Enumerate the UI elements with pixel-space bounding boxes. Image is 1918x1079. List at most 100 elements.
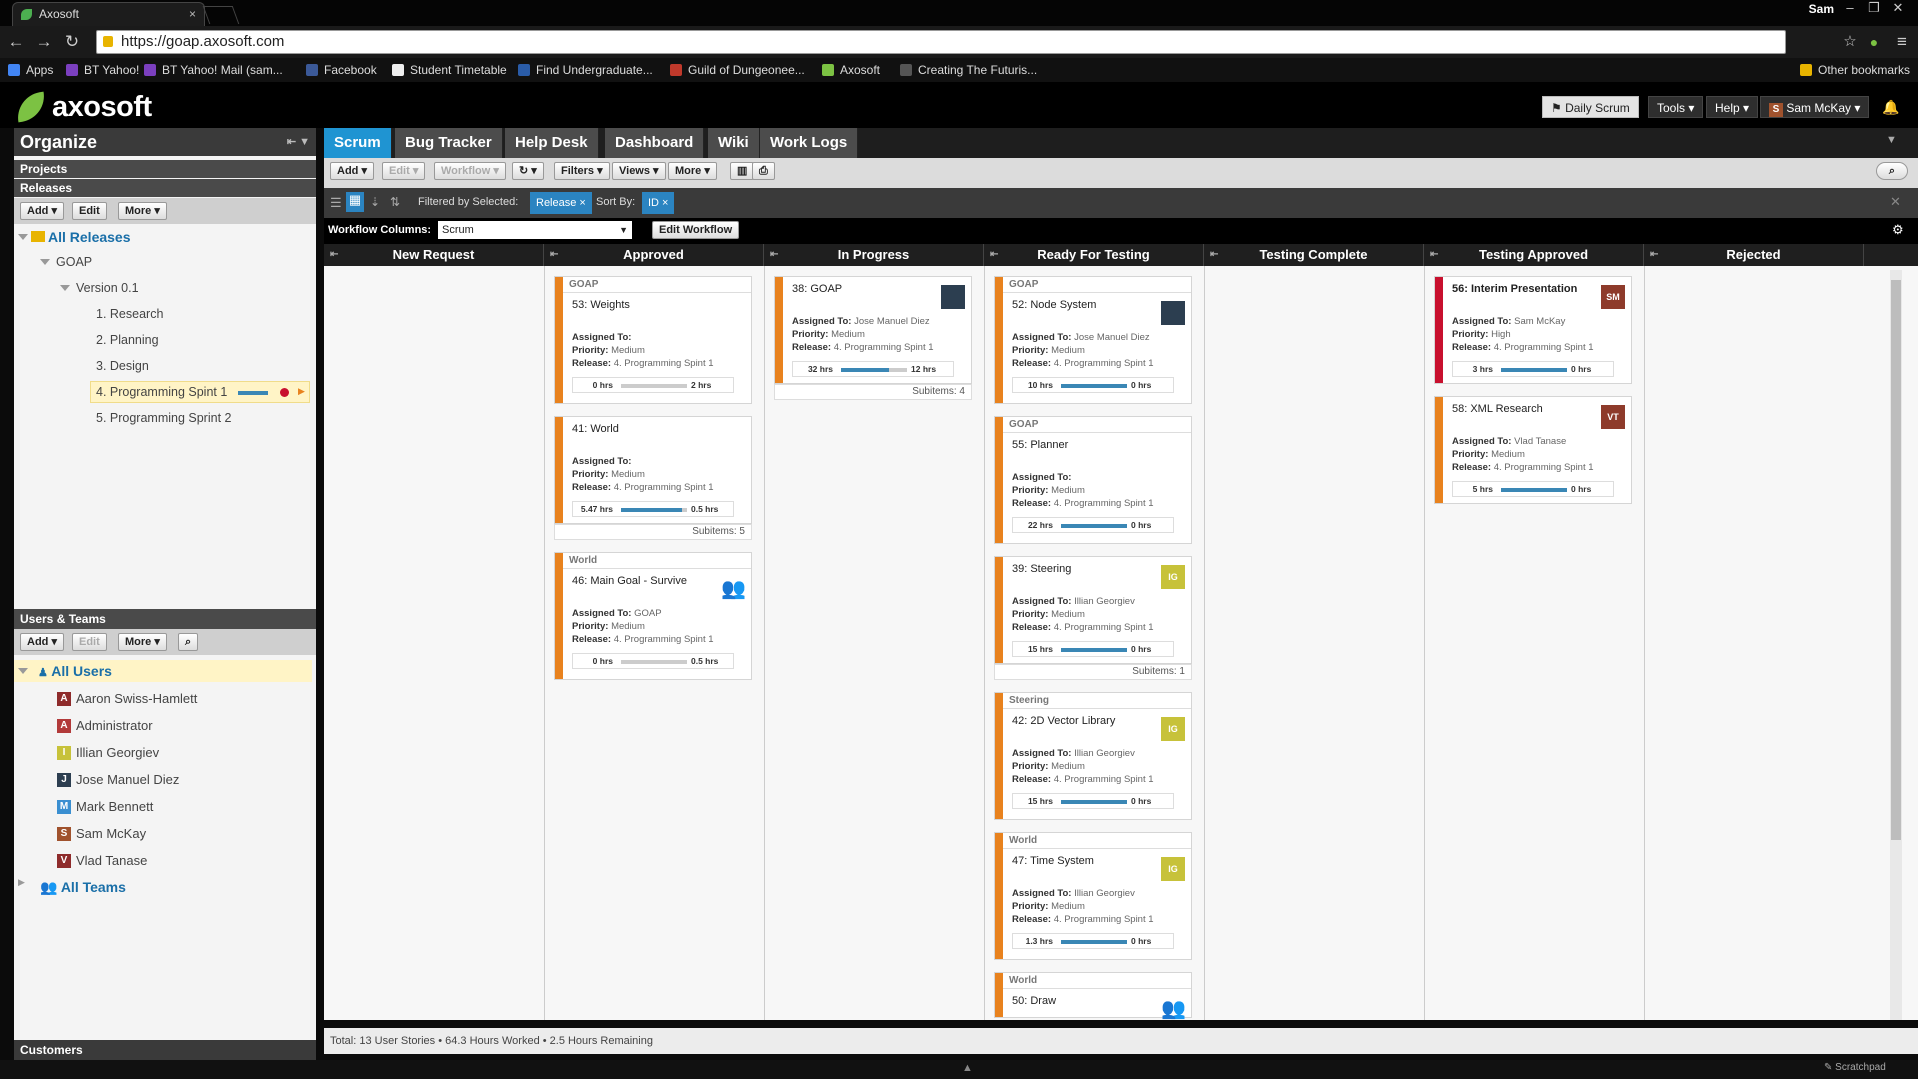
work-item-card[interactable]: GOAP 53: Weights Assigned To: Priority: Me… [554, 276, 752, 404]
edit-user-button[interactable]: Edit [72, 633, 107, 651]
card-title[interactable]: 58: XML Research [1452, 403, 1543, 415]
work-item-card[interactable]: 58: XML Research VT Assigned To: Vlad Tana… [1434, 396, 1632, 504]
bookmark-item[interactable]: BT Yahoo! [66, 62, 139, 78]
subitems-count[interactable]: Subitems: 4 [774, 384, 972, 400]
card-title[interactable]: 55: Planner [1012, 439, 1068, 451]
tree-project-goap[interactable]: GOAP [56, 253, 92, 271]
close-window-icon[interactable]: ✕ [1886, 0, 1910, 18]
card-title[interactable]: 39: Steering [1012, 563, 1071, 575]
print-icon[interactable]: ⎙ [752, 162, 775, 180]
scroll-up-icon[interactable]: ▲ [962, 1062, 973, 1074]
close-tab-icon[interactable]: × [189, 3, 196, 25]
pin-column-icon[interactable]: ⇤ [1210, 244, 1218, 266]
add-item-button[interactable]: Add ▾ [330, 162, 374, 180]
subitems-count[interactable]: Subitems: 1 [994, 664, 1192, 680]
pin-column-icon[interactable]: ⇤ [550, 244, 558, 266]
all-teams[interactable]: 👥 All Teams [40, 878, 126, 896]
card-title[interactable]: 41: World [572, 423, 619, 435]
tools-menu[interactable]: Tools ▾ [1648, 96, 1704, 118]
pin-column-icon[interactable]: ⇤ [770, 244, 778, 266]
collapse-icon[interactable]: ⇣ [370, 195, 380, 209]
parent-item-tag[interactable]: World [1003, 973, 1191, 989]
tree-sprint-4[interactable]: 4. Programming Spint 1 [96, 383, 227, 401]
more-user-button[interactable]: More ▾ [118, 633, 167, 651]
parent-item-tag[interactable]: World [563, 553, 751, 569]
parent-item-tag[interactable]: World [1003, 833, 1191, 849]
expand-icon[interactable] [40, 259, 50, 265]
pin-column-icon[interactable]: ⇤ [990, 244, 998, 266]
search-users-icon[interactable]: ⌕ [178, 633, 199, 651]
work-item-card[interactable]: 41: World Assigned To: Priority: Medium Re… [554, 416, 752, 524]
user-list-item[interactable]: Sam McKay [76, 825, 146, 843]
subitems-count[interactable]: Subitems: 5 [554, 524, 752, 540]
tab-wiki[interactable]: Wiki [708, 128, 760, 158]
projects-header[interactable]: Projects [14, 160, 316, 178]
views-button[interactable]: Views ▾ [612, 162, 666, 180]
refresh-icon[interactable]: ↻ ▾ [512, 162, 544, 180]
minimize-icon[interactable]: – [1838, 0, 1862, 18]
filters-button[interactable]: Filters ▾ [554, 162, 610, 180]
column-header[interactable]: ⇤ Rejected [1644, 244, 1864, 266]
column-header[interactable]: ⇤ Ready For Testing [984, 244, 1204, 266]
work-item-card[interactable]: 56: Interim Presentation SM Assigned To: S… [1434, 276, 1632, 384]
releases-header[interactable]: Releases [14, 179, 316, 197]
user-list-item[interactable]: Aaron Swiss-Hamlett [76, 690, 197, 708]
users-teams-header[interactable]: Users & Teams [14, 609, 316, 629]
more-button[interactable]: More ▾ [668, 162, 717, 180]
bookmark-item[interactable]: Find Undergraduate... [518, 62, 653, 78]
work-item-card[interactable]: World 50: Draw 👥 [994, 972, 1192, 1020]
expand-icon[interactable] [60, 285, 70, 291]
parent-item-tag[interactable]: Steering [1003, 693, 1191, 709]
bookmark-item[interactable]: Axosoft [822, 62, 880, 78]
card-title[interactable]: 38: GOAP [792, 283, 842, 295]
tab-bug-tracker[interactable]: Bug Tracker [395, 128, 503, 158]
tab-scrum[interactable]: Scrum [324, 128, 392, 158]
bookmark-item[interactable]: Student Timetable [392, 62, 507, 78]
address-bar[interactable]: https://goap.axosoft.com [96, 30, 1786, 54]
star-icon[interactable]: ☆ [1840, 32, 1860, 52]
expand-teams-icon[interactable]: ▶ [18, 877, 25, 888]
card-title[interactable]: 50: Draw [1012, 995, 1056, 1007]
card-title[interactable]: 46: Main Goal - Survive [572, 575, 687, 587]
close-filter-icon[interactable]: ✕ [1890, 194, 1901, 210]
user-menu[interactable]: S Sam McKay ▾ [1760, 96, 1870, 118]
user-list-item[interactable]: Jose Manuel Diez [76, 771, 179, 789]
bookmark-item[interactable]: Guild of Dungeonee... [670, 62, 805, 78]
axosoft-logo[interactable]: axosoft [13, 90, 152, 124]
card-title[interactable]: 42: 2D Vector Library [1012, 715, 1115, 727]
tab-dashboard[interactable]: Dashboard [605, 128, 705, 158]
card-view-icon[interactable]: ▦ [346, 192, 364, 212]
tab-help-desk[interactable]: Help Desk [505, 128, 599, 158]
collapse-panel-icon[interactable]: ⇤ ▼ [287, 128, 310, 156]
chart-icon[interactable]: ▥ [730, 162, 755, 180]
extension-icon[interactable]: ● [1864, 32, 1884, 52]
help-menu[interactable]: Help ▾ [1706, 96, 1759, 118]
sort-icon[interactable]: ⇅ [390, 195, 400, 209]
card-title[interactable]: 47: Time System [1012, 855, 1094, 867]
column-header[interactable]: ⇤ Approved [544, 244, 764, 266]
all-users[interactable]: ♟ All Users [38, 662, 112, 682]
customers-header[interactable]: Customers [14, 1040, 316, 1060]
daily-scrum-button[interactable]: ⚑ Daily Scrum [1542, 96, 1639, 118]
search-icon[interactable]: ⌕ [1876, 162, 1908, 180]
board-scrollbar[interactable] [1890, 270, 1902, 1020]
parent-item-tag[interactable]: GOAP [563, 277, 751, 293]
expand-icon[interactable] [18, 234, 28, 240]
column-header[interactable]: ⇤ Testing Complete [1204, 244, 1424, 266]
column-header[interactable]: ⇤ Testing Approved [1424, 244, 1644, 266]
more-release-button[interactable]: More ▾ [118, 202, 167, 220]
filter-icon[interactable]: ▼ [1886, 134, 1897, 146]
other-bookmarks[interactable]: Other bookmarks [1800, 62, 1910, 78]
add-user-button[interactable]: Add ▾ [20, 633, 64, 651]
tree-sprint-5[interactable]: 5. Programming Sprint 2 [96, 409, 231, 427]
card-title[interactable]: 52: Node System [1012, 299, 1096, 311]
scratchpad-button[interactable]: ✎ Scratchpad [1824, 1062, 1886, 1073]
tree-sprint-2[interactable]: 2. Planning [96, 331, 159, 349]
menu-icon[interactable]: ≡ [1892, 32, 1912, 52]
pin-column-icon[interactable]: ⇤ [1650, 244, 1658, 266]
user-list-item[interactable]: Mark Bennett [76, 798, 153, 816]
column-header[interactable]: ⇤ New Request [324, 244, 544, 266]
notification-bell-icon[interactable]: 🔔 [1882, 99, 1899, 116]
bookmark-item[interactable]: Creating The Futuris... [900, 62, 1037, 78]
all-releases[interactable]: All Releases [48, 228, 131, 246]
